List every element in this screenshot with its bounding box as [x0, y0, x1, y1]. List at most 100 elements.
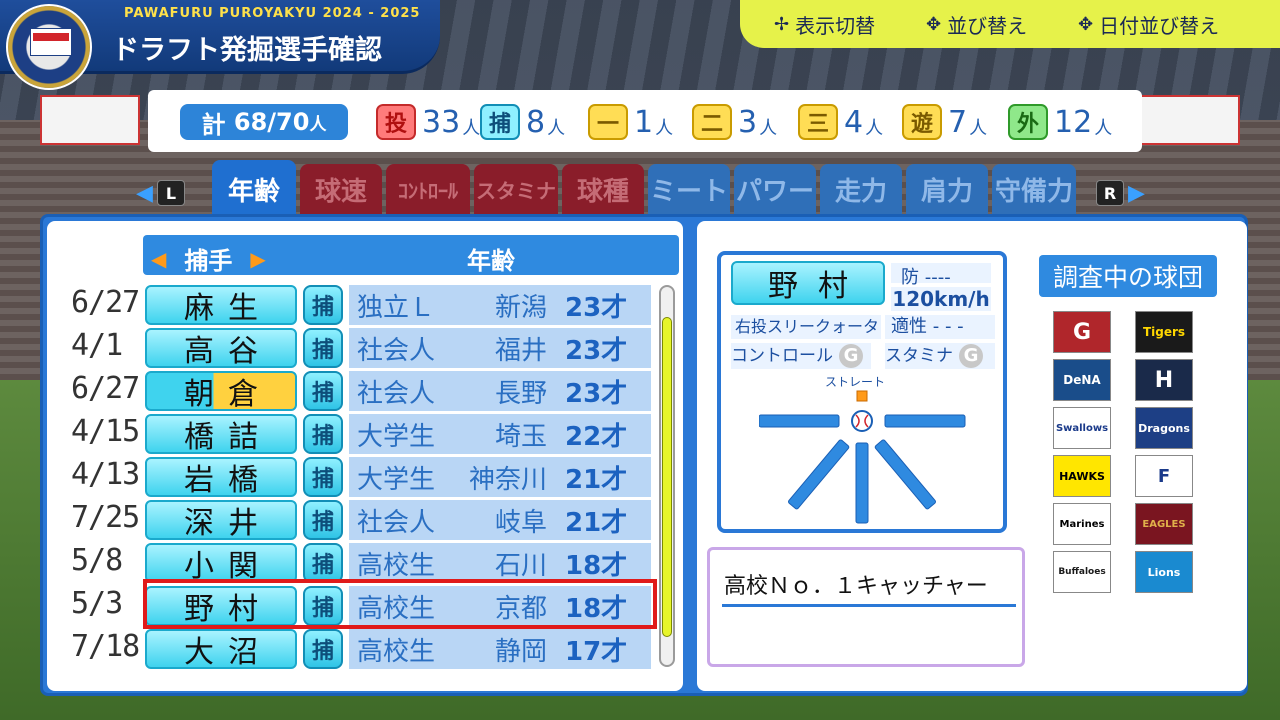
baseball-icon [851, 410, 873, 432]
list-item[interactable]: 7/25 深井 捕 社会人 岐阜 21才 [47, 500, 683, 541]
scout-comment: 高校Ｎｏ．１キャッチャー [724, 574, 988, 599]
player-info: 大学生 埼玉 22才 [349, 414, 651, 454]
position-badge: 捕 [303, 328, 343, 368]
pitch-chart [759, 390, 966, 524]
position-badge: 捕 [303, 457, 343, 497]
triangle-right-icon: ▶ [1128, 180, 1145, 206]
scout-date: 7/18 [71, 629, 140, 664]
list-header: ◀ 捕手 ▶ 年齢 [143, 235, 679, 275]
tab-stamina[interactable]: スタミナ [474, 164, 558, 214]
list-item[interactable]: 4/13 岩橋 捕 大学生 神奈川 21才 [47, 457, 683, 498]
r-button-icon: R [1096, 180, 1124, 206]
scout-date: 6/27 [71, 371, 140, 406]
sort-button[interactable]: ✥ 並び替え [926, 10, 1027, 39]
scout-date: 4/15 [71, 414, 140, 449]
list-item[interactable]: 4/15 橋詰 捕 大学生 埼玉 22才 [47, 414, 683, 455]
dpad-arrow-icon: ✢ [774, 14, 790, 35]
player-name: 朝倉 [145, 371, 297, 412]
tab-control[interactable]: ｺﾝﾄﾛｰﾙ [386, 164, 470, 214]
player-name: 高谷 [145, 328, 297, 369]
position-count-short: 遊 7人 [902, 104, 987, 140]
position-count-third: 三 4人 [798, 104, 883, 140]
tab-age[interactable]: 年齢 [212, 160, 296, 218]
toggle-display-button[interactable]: ✢ 表示切替 [774, 10, 875, 39]
position-badge: 捕 [303, 371, 343, 411]
scout-date: 5/8 [71, 543, 123, 578]
tab-pitches[interactable]: 球種 [562, 164, 644, 214]
tab-arm[interactable]: 肩力 [906, 164, 988, 214]
triangle-left-icon: ◀ [136, 180, 153, 206]
total-count: 計 68/70 人 [180, 104, 348, 140]
position-badge: 捕 [303, 285, 343, 325]
action-bar: ✢ 表示切替 ✥ 並び替え ✥ 日付並び替え [740, 0, 1280, 48]
column-header: 年齢 [467, 247, 515, 275]
team-logo-eagles: EAGLES [1135, 503, 1193, 545]
scout-date: 6/27 [71, 285, 140, 320]
team-logo-icon [6, 4, 92, 90]
tab-prev[interactable]: ◀ L [136, 180, 185, 206]
player-info: 社会人 福井 23才 [349, 328, 651, 368]
list-item[interactable]: 5/8 小関 捕 高校生 石川 18才 [47, 543, 683, 584]
position-count-second: 二 3人 [692, 104, 777, 140]
player-name: 小関 [145, 543, 297, 584]
position-badge: 捕 [303, 629, 343, 669]
team-logo-fighters: F [1135, 455, 1193, 497]
position-badge: 捕 [303, 414, 343, 454]
totals-bar: 計 68/70 人 投 33 人 捕 8人 一 1人 二 3人 三 4人 遊 7人 … [148, 90, 1142, 152]
scout-date: 7/25 [71, 500, 140, 535]
scouting-teams-panel: 調査中の球団 G Tigers DeNA H Swallows Dragons … [1035, 249, 1221, 667]
team-logo-baystars: DeNA [1053, 359, 1111, 401]
page-title: ドラフト発掘選手確認 [112, 35, 382, 66]
player-info: 大学生 神奈川 21才 [349, 457, 651, 497]
scout-date: 4/1 [71, 328, 123, 363]
tab-velocity[interactable]: 球速 [300, 164, 382, 214]
list-item[interactable]: 6/27 朝倉 捕 社会人 長野 23才 [47, 371, 683, 412]
stamina-stat: スタミナ G [885, 343, 995, 369]
aptitude-stat: 適性 - - - [885, 315, 995, 339]
tab-speed[interactable]: 走力 [820, 164, 902, 214]
triangle-left-icon[interactable]: ◀ [151, 247, 166, 271]
tab-next[interactable]: R ▶ [1096, 180, 1145, 206]
list-item[interactable]: 6/27 麻生 捕 独立Ｌ 新潟 23才 [47, 285, 683, 326]
team-logo-marines: Marines [1053, 503, 1111, 545]
player-name: 深井 [145, 500, 297, 541]
scrollbar[interactable] [659, 285, 675, 667]
position-badge: 捕 [303, 543, 343, 583]
triangle-right-icon[interactable]: ▶ [250, 247, 265, 271]
tab-contact[interactable]: ミート [648, 164, 730, 214]
grade-badge: G [839, 344, 863, 368]
player-info: 高校生 石川 18才 [349, 543, 651, 583]
tab-fielding[interactable]: 守備力 [992, 164, 1076, 214]
list-item[interactable]: 7/18 大沼 捕 高校生 静岡 17才 [47, 629, 683, 670]
team-logo-hawks: HAWKS [1053, 455, 1111, 497]
position-filter[interactable]: 捕手 [184, 241, 232, 276]
scrollbar-thumb[interactable] [662, 317, 672, 637]
player-card: 野村 防 ---- 120km/h 右投スリークォーター 適性 - - - コン… [717, 251, 1007, 533]
player-detail-panel: 野村 防 ---- 120km/h 右投スリークォーター 適性 - - - コン… [697, 221, 1247, 691]
l-button-icon: L [156, 180, 185, 206]
pitching-form: 右投スリークォーター [731, 315, 881, 360]
grade-badge: G [959, 344, 983, 368]
team-logo-buffaloes: Buffaloes [1053, 551, 1111, 593]
team-logo-giants: G [1053, 311, 1111, 353]
tab-power[interactable]: パワー [734, 164, 816, 214]
team-logo-tigers: Tigers [1135, 311, 1193, 353]
team-logo-fighters-h: H [1135, 359, 1193, 401]
scout-date: 4/13 [71, 457, 140, 492]
era-stat: 防 ---- [891, 263, 991, 288]
brand-text: PAWAFURU PUROYAKYU 2024 - 2025 [124, 6, 421, 21]
team-logo-swallows: Swallows [1053, 407, 1111, 449]
scouting-teams-title: 調査中の球団 [1039, 255, 1217, 297]
list-item[interactable]: 4/1 高谷 捕 社会人 福井 23才 [47, 328, 683, 369]
player-info: 高校生 静岡 17才 [349, 629, 651, 669]
date-sort-button[interactable]: ✥ 日付並び替え [1078, 10, 1219, 39]
position-count-outfield: 外 12 人 [1008, 104, 1112, 140]
control-stat: コントロール G [731, 343, 871, 369]
comment-box: 高校Ｎｏ．１キャッチャー [707, 547, 1025, 667]
main-panel: ◀ 捕手 ▶ 年齢 6/27 麻生 捕 独立Ｌ 新潟 23才 4/1 高谷 捕 社会… [40, 214, 1248, 696]
team-logo-dragons: Dragons [1135, 407, 1193, 449]
position-badge: 捕 [303, 500, 343, 540]
player-name: 大沼 [145, 629, 297, 670]
selection-cursor [143, 579, 657, 629]
player-name: 麻生 [145, 285, 297, 326]
